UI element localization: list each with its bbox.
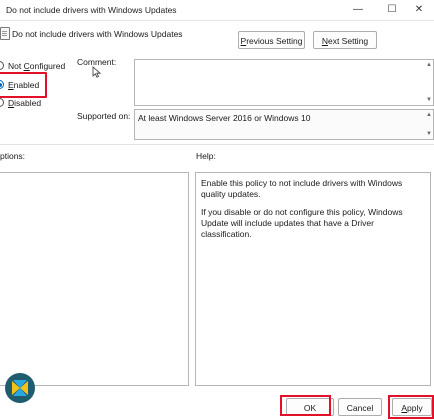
previous-setting-label: revious Setting (246, 36, 303, 46)
policy-name: Do not include drivers with Windows Upda… (12, 29, 183, 39)
comment-textarea[interactable]: ▲ ▼ (134, 59, 434, 106)
title-bar: Do not include drivers with Windows Upda… (0, 0, 434, 21)
next-setting-label: ext Setting (327, 36, 369, 46)
cancel-button[interactable]: Cancel (338, 398, 382, 416)
supported-on-value: At least Windows Server 2016 or Windows … (138, 113, 311, 123)
app-logo-icon (5, 373, 35, 403)
supported-on-field: At least Windows Server 2016 or Windows … (134, 109, 434, 140)
help-paragraph-1: Enable this policy to not include driver… (201, 178, 403, 199)
scroll-up-icon[interactable]: ▲ (426, 62, 432, 68)
maximize-button[interactable]: ☐ (377, 0, 407, 20)
help-pane: Enable this policy to not include driver… (195, 172, 431, 386)
policy-icon (0, 27, 10, 40)
minimize-button[interactable]: — (343, 0, 373, 20)
help-text: Enable this policy to not include driver… (201, 178, 423, 247)
next-setting-button[interactable]: Next Setting (313, 31, 377, 49)
help-label: Help: (196, 151, 216, 161)
cursor-icon (92, 66, 101, 78)
options-label: ptions: (0, 151, 26, 161)
divider (0, 144, 434, 145)
supported-on-label: Supported on: (77, 111, 131, 121)
radio-disabled-circle[interactable] (0, 98, 4, 107)
previous-setting-button[interactable]: Previous Setting (238, 31, 305, 49)
radio-disabled-label: Disabled (8, 98, 42, 108)
help-paragraph-2: If you disable or do not configure this … (201, 207, 403, 239)
radio-not-configured-circle[interactable] (0, 61, 4, 70)
close-button[interactable]: ✕ (404, 0, 434, 20)
window-title: Do not include drivers with Windows Upda… (6, 5, 177, 15)
supported-scroll-down-icon[interactable]: ▼ (426, 131, 432, 137)
scroll-down-icon[interactable]: ▼ (426, 97, 432, 103)
radio-not-configured-label: Not Configured (8, 61, 66, 71)
ok-highlight-box (280, 395, 331, 416)
options-pane (0, 172, 189, 386)
supported-scroll-up-icon[interactable]: ▲ (426, 112, 432, 118)
apply-highlight-box (388, 395, 434, 419)
enabled-highlight-box (0, 72, 47, 98)
